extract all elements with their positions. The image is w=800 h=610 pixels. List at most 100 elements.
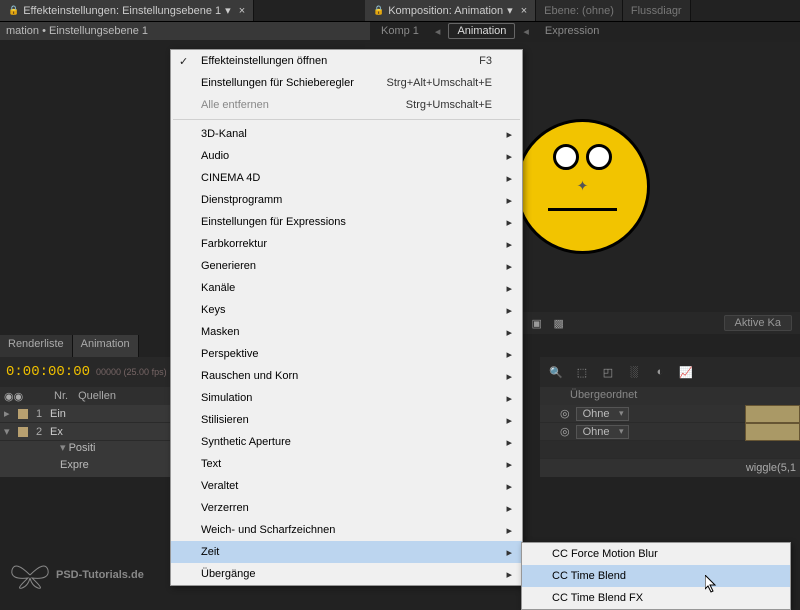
crumb-animation[interactable]: Animation xyxy=(448,23,515,39)
nr-header: Nr. xyxy=(54,390,68,402)
menu-item-category[interactable]: Zeit▸ xyxy=(171,541,522,563)
comp-flowchart-icon[interactable]: ⬚ xyxy=(572,362,592,382)
draft3d-icon[interactable]: ◰ xyxy=(598,362,618,382)
composition-tab[interactable]: 🔒 Komposition: Animation ▾ × xyxy=(365,0,536,21)
close-icon[interactable]: × xyxy=(521,5,527,17)
close-icon[interactable]: × xyxy=(239,5,245,17)
menu-item-label: CINEMA 4D xyxy=(201,172,260,184)
pickwhip-icon[interactable]: ◎ xyxy=(560,407,570,420)
submenu-arrow-icon: ▸ xyxy=(506,436,512,449)
menu-item-category[interactable]: Verzerren▸ xyxy=(171,497,522,519)
smiley-eye-left xyxy=(553,144,579,170)
menu-item-category[interactable]: Keys▸ xyxy=(171,299,522,321)
transparency-grid-icon[interactable]: ▩ xyxy=(551,315,567,331)
menu-item-category[interactable]: Rauschen und Korn▸ xyxy=(171,365,522,387)
smiley-mouth xyxy=(548,208,617,211)
camera-dropdown[interactable]: Aktive Ka xyxy=(724,315,792,331)
submenu-item[interactable]: CC Time Blend FX xyxy=(522,587,790,609)
smiley-eye-right xyxy=(586,144,612,170)
menu-item-label: Dienstprogramm xyxy=(201,194,282,206)
layer-column-headers: ◉◉ Nr. Quellen xyxy=(0,387,170,405)
tab-menu-arrow[interactable]: ▾ xyxy=(507,4,513,17)
position-property[interactable]: ▾ Positi xyxy=(0,441,170,459)
menu-item-category[interactable]: Farbkorrektur ▸ xyxy=(171,233,522,255)
tab-menu-arrow[interactable]: ▾ xyxy=(225,4,231,17)
menu-item-label: Simulation xyxy=(201,392,252,404)
menu-item-category[interactable]: Text▸ xyxy=(171,453,522,475)
tab-label: Flussdiagr xyxy=(631,5,682,17)
menu-item-label: Kanäle xyxy=(201,282,235,294)
lock-icon: 🔒 xyxy=(373,5,384,16)
layer-row-1[interactable]: ▸ 1 Ein xyxy=(0,405,170,423)
menu-item-label: CC Time Blend xyxy=(552,570,626,582)
layer-row-2[interactable]: ▾ 2 Ex xyxy=(0,423,170,441)
layer-tab[interactable]: Ebene: (ohne) xyxy=(536,0,623,21)
menu-item-category[interactable]: Audio▸ xyxy=(171,145,522,167)
animation-timeline-tab[interactable]: Animation xyxy=(73,335,139,357)
twirl-icon[interactable]: ▾ xyxy=(60,442,66,454)
graph-editor-icon[interactable]: 📈 xyxy=(676,362,696,382)
parent-dropdown[interactable]: Ohne xyxy=(576,425,629,439)
menu-item-category[interactable]: Übergänge▸ xyxy=(171,563,522,585)
menu-item-category[interactable]: Synthetic Aperture ▸ xyxy=(171,431,522,453)
menu-item-category[interactable]: Dienstprogramm▸ xyxy=(171,189,522,211)
submenu-arrow-icon: ▸ xyxy=(506,238,512,251)
menu-item-category[interactable]: Stilisieren▸ xyxy=(171,409,522,431)
menu-item-category[interactable]: Masken▸ xyxy=(171,321,522,343)
submenu-item[interactable]: CC Force Motion Blur xyxy=(522,543,790,565)
menu-item-label: Veraltet xyxy=(201,480,238,492)
menu-item-label: Keys xyxy=(201,304,225,316)
submenu-arrow-icon: ▸ xyxy=(506,524,512,537)
menu-item-label: Synthetic Aperture xyxy=(201,436,291,448)
label-color[interactable] xyxy=(18,427,28,437)
spacer-row xyxy=(540,441,800,459)
effect-settings-tab[interactable]: 🔒 Effekteinstellungen: Einstellungsebene… xyxy=(0,0,254,21)
expression-text[interactable]: wiggle(5,1 xyxy=(540,459,800,477)
search-icon[interactable]: 🔍 xyxy=(546,362,566,382)
layer-bar-2[interactable] xyxy=(745,423,800,441)
menu-item-category[interactable]: Veraltet▸ xyxy=(171,475,522,497)
chevron-left-icon: ◂ xyxy=(435,25,441,38)
menu-separator xyxy=(173,119,520,120)
menu-item-category[interactable]: CINEMA 4D▸ xyxy=(171,167,522,189)
menu-item-category[interactable]: Weich- und Scharfzeichnen▸ xyxy=(171,519,522,541)
layer-bar-1[interactable] xyxy=(745,405,800,423)
menu-item[interactable]: Einstellungen für SchiebereglerStrg+Alt+… xyxy=(171,72,522,94)
flowchart-tab[interactable]: Flussdiagr xyxy=(623,0,691,21)
submenu-arrow-icon: ▸ xyxy=(506,348,512,361)
lock-icon: 🔒 xyxy=(8,5,19,16)
chevron-left-icon: ◂ xyxy=(523,25,529,38)
submenu-arrow-icon: ▸ xyxy=(506,282,512,295)
frame-blend-icon[interactable]: ░ xyxy=(624,362,644,382)
submenu-arrow-icon: ▸ xyxy=(506,128,512,141)
crumb-komp1[interactable]: Komp 1 xyxy=(373,24,427,38)
menu-item-label: Einstellungen für Expressions xyxy=(201,216,346,228)
pickwhip-icon[interactable]: ◎ xyxy=(560,425,570,438)
expression-property[interactable]: Expre xyxy=(0,459,170,477)
menu-item-category[interactable]: Einstellungen für Expressions▸ xyxy=(171,211,522,233)
twirl-icon[interactable]: ▸ xyxy=(4,407,14,420)
menu-item-category[interactable]: Simulation ▸ xyxy=(171,387,522,409)
render-queue-tab[interactable]: Renderliste xyxy=(0,335,73,357)
parent-dropdown[interactable]: Ohne xyxy=(576,407,629,421)
submenu-arrow-icon: ▸ xyxy=(506,150,512,163)
submenu-item[interactable]: CC Time Blend xyxy=(522,565,790,587)
menu-item-label: Text xyxy=(201,458,221,470)
twirl-icon[interactable]: ▾ xyxy=(4,425,14,438)
crumb-expression[interactable]: Expression xyxy=(537,24,607,38)
menu-item[interactable]: ✓Effekteinstellungen öffnenF3 xyxy=(171,50,522,72)
timecode-display[interactable]: 0:00:00:00 00000 (25.00 fps) xyxy=(0,357,170,387)
menu-item-label: Farbkorrektur xyxy=(201,238,267,250)
menu-item-category[interactable]: Generieren▸ xyxy=(171,255,522,277)
menu-item-category[interactable]: Perspektive▸ xyxy=(171,343,522,365)
smiley-shape: ✦ xyxy=(515,119,650,254)
roi-icon[interactable]: ▣ xyxy=(529,315,545,331)
submenu-arrow-icon: ▸ xyxy=(506,414,512,427)
label-color[interactable] xyxy=(18,409,28,419)
submenu-arrow-icon: ▸ xyxy=(506,392,512,405)
menu-item-label: Übergänge xyxy=(201,568,255,580)
menu-item-category[interactable]: Kanäle ▸ xyxy=(171,277,522,299)
motion-blur-icon[interactable]: ◐ xyxy=(650,362,670,382)
menu-item-category[interactable]: 3D-Kanal▸ xyxy=(171,123,522,145)
submenu-arrow-icon: ▸ xyxy=(506,326,512,339)
